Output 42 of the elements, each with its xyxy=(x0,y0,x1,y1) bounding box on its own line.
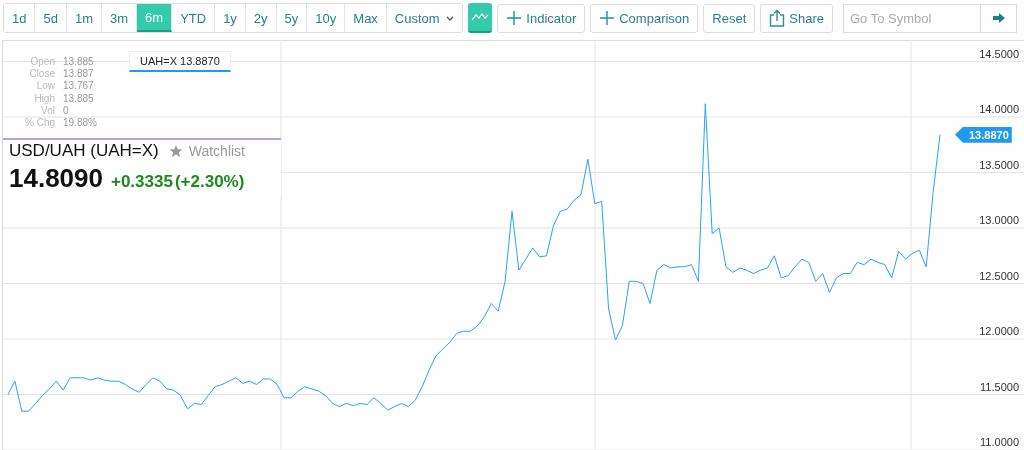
ohlc-value: 13.885 xyxy=(63,92,95,105)
axis-label: 12.5000 xyxy=(979,269,1019,282)
ohlc-value: 19.88% xyxy=(63,117,97,130)
plus-icon xyxy=(506,10,523,26)
quote-price: 14.8090 xyxy=(9,163,103,194)
share-button[interactable]: Share xyxy=(760,3,833,33)
ohlc-value: 13.885 xyxy=(63,56,95,69)
ohlc-label: High xyxy=(33,92,55,105)
ohlc-label: Vol xyxy=(40,104,55,117)
axis-label: 14.0000 xyxy=(979,103,1019,115)
symbol-search-field[interactable]: Go To Symbol xyxy=(843,3,981,33)
axis-label: 13.5000 xyxy=(979,158,1019,171)
axis-label: 14.5000 xyxy=(979,47,1019,60)
plus-icon xyxy=(599,10,616,26)
axis-label: 12.0000 xyxy=(979,325,1019,337)
caret-icon xyxy=(445,15,454,21)
indicator-button[interactable]: Indicator xyxy=(497,3,586,33)
axis-label: 13.0000 xyxy=(979,214,1019,226)
arrow-right-icon xyxy=(991,12,1006,24)
range-tab[interactable]: 1d xyxy=(4,4,36,32)
crosshair-label: UAH=X 13.8870 xyxy=(129,51,231,72)
ohlc-value: 13.887 xyxy=(63,68,95,81)
axis-label: 11.0000 xyxy=(980,436,1019,448)
watchlist-button[interactable]: Watchlist xyxy=(168,143,245,159)
last-price-tag: 13.8870 xyxy=(955,126,1012,143)
comparison-button[interactable]: Comparison xyxy=(590,3,699,33)
share-icon xyxy=(769,9,786,27)
go-button[interactable] xyxy=(981,3,1017,33)
ohlc-value: 0 xyxy=(63,104,70,117)
line-chart-icon xyxy=(471,12,489,22)
ohlc-label: Open xyxy=(29,56,55,69)
ohlc-label: % Chg xyxy=(24,117,55,130)
chart-type-button[interactable] xyxy=(467,3,493,33)
axis-label: 11.5000 xyxy=(980,380,1019,393)
star-icon xyxy=(168,144,183,158)
ohlc-value: 13.767 xyxy=(63,80,95,93)
reset-button[interactable]: Reset xyxy=(703,3,756,33)
ohlc-label: Low xyxy=(35,80,55,93)
price-change-percent: (+2.30%) xyxy=(174,172,245,192)
quote-title: USD/UAH (UAH=X) xyxy=(9,141,159,161)
price-change: +0.3335 xyxy=(111,172,173,192)
ohlc-label: Close xyxy=(28,68,55,81)
